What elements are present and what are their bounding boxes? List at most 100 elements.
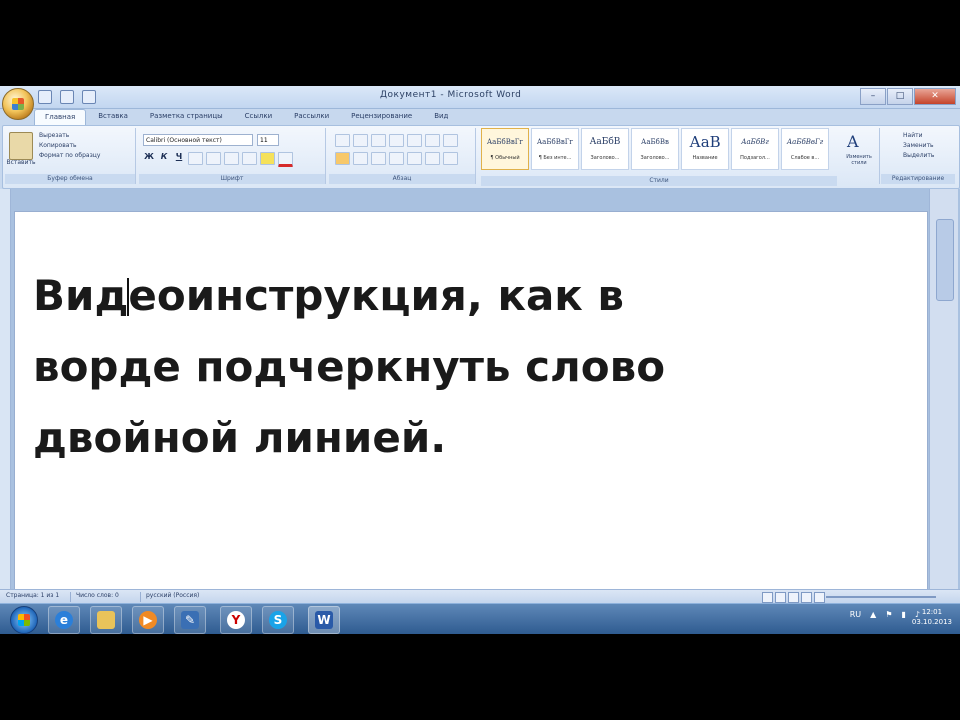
shading-button[interactable]	[425, 152, 440, 165]
outline-button[interactable]	[801, 592, 812, 603]
italic-button[interactable]: К	[158, 152, 170, 167]
maximize-button[interactable]: □	[887, 88, 913, 105]
status-bar: Страница: 1 из 1 Число слов: 0 русский (…	[0, 589, 960, 604]
font-name-select[interactable]: Calibri (Основной текст)	[143, 134, 253, 146]
taskbar-skype[interactable]: S	[262, 606, 294, 634]
show-marks-button[interactable]	[443, 134, 458, 147]
align-right-button[interactable]	[371, 152, 386, 165]
minimize-button[interactable]: –	[860, 88, 886, 105]
tab-insert[interactable]: Вставка	[88, 109, 138, 125]
document-page[interactable]: Видеоинструкция, как в ворде подчеркнуть …	[14, 211, 928, 591]
borders-button[interactable]	[443, 152, 458, 165]
tab-mailings[interactable]: Рассылки	[284, 109, 339, 125]
align-left-button[interactable]	[335, 152, 350, 165]
format-painter-button[interactable]: Формат по образцу	[39, 152, 100, 159]
paste-icon[interactable]	[9, 132, 33, 160]
system-clock[interactable]: 12:01 03.10.2013	[912, 607, 952, 627]
title-bar: Документ1 - Microsoft Word – □ ✕	[0, 86, 960, 109]
taskbar: e ▶ ✎ Y S W RU ▲ ⚑ ▮ ♪ 12:01 03.10.2013	[0, 603, 960, 634]
show-hidden-icons-icon[interactable]: ▲	[870, 610, 876, 619]
tab-review[interactable]: Рецензирование	[341, 109, 422, 125]
paint-icon: ✎	[181, 611, 199, 629]
style-subtitle[interactable]: АаБбВг Подзагол...	[731, 128, 779, 170]
scrollbar-thumb[interactable]	[936, 219, 954, 301]
clipboard-group-label: Буфер обмена	[5, 174, 135, 184]
tab-home[interactable]: Главная	[34, 109, 87, 125]
save-icon[interactable]	[38, 90, 52, 104]
page-counter[interactable]: Страница: 1 из 1	[6, 592, 59, 599]
zoom-slider[interactable]	[826, 596, 936, 598]
redo-icon[interactable]	[82, 90, 96, 104]
taskbar-yandex[interactable]: Y	[220, 606, 252, 634]
yandex-browser-icon: Y	[227, 611, 245, 629]
style-sample: АаВ	[689, 133, 721, 151]
find-button[interactable]: Найти	[903, 132, 922, 139]
flag-icon[interactable]: ⚑	[885, 610, 892, 619]
font-group-label: Шрифт	[139, 174, 325, 184]
multilevel-list-button[interactable]	[371, 134, 386, 147]
cut-button[interactable]: Вырезать	[39, 132, 69, 139]
style-subtle-emphasis[interactable]: АаБбВвГг Слабое в...	[781, 128, 829, 170]
underline-button[interactable]: Ч	[173, 152, 185, 167]
decrease-indent-button[interactable]	[389, 134, 404, 147]
taskbar-explorer[interactable]	[90, 606, 122, 634]
change-styles-button[interactable]: Изменить стили	[839, 154, 879, 166]
web-layout-button[interactable]	[788, 592, 799, 603]
select-button[interactable]: Выделить	[903, 152, 934, 159]
style-heading-1[interactable]: АаБбВ Заголово...	[581, 128, 629, 170]
full-screen-reading-button[interactable]	[775, 592, 786, 603]
change-styles-icon[interactable]: A	[847, 132, 859, 151]
style-no-spacing[interactable]: АаБбВвГг ¶ Без инте...	[531, 128, 579, 170]
style-sample: АаБбВг	[741, 138, 769, 146]
highlight-color-button[interactable]	[260, 152, 275, 165]
line-spacing-button[interactable]	[407, 152, 422, 165]
skype-icon: S	[269, 611, 287, 629]
bullets-button[interactable]	[335, 134, 350, 147]
status-divider	[140, 592, 141, 602]
align-center-button[interactable]	[353, 152, 368, 165]
taskbar-word[interactable]: W	[308, 606, 340, 634]
start-button[interactable]	[10, 606, 38, 634]
taskbar-media[interactable]: ▶	[132, 606, 164, 634]
numbering-button[interactable]	[353, 134, 368, 147]
paragraph-group-label: Абзац	[329, 174, 475, 184]
copy-button[interactable]: Копировать	[39, 142, 76, 149]
replace-button[interactable]: Заменить	[903, 142, 934, 149]
justify-button[interactable]	[389, 152, 404, 165]
superscript-button[interactable]	[224, 152, 239, 165]
network-icon[interactable]: ▮	[901, 610, 905, 619]
print-layout-button[interactable]	[762, 592, 773, 603]
office-button[interactable]	[2, 88, 34, 120]
language-switcher[interactable]: RU	[850, 610, 861, 619]
subscript-button[interactable]	[206, 152, 221, 165]
tab-view[interactable]: Вид	[424, 109, 458, 125]
sort-button[interactable]	[425, 134, 440, 147]
taskbar-ie[interactable]: e	[48, 606, 80, 634]
paste-button[interactable]: Вставить	[5, 159, 37, 166]
draft-button[interactable]	[814, 592, 825, 603]
taskbar-paint[interactable]: ✎	[174, 606, 206, 634]
tab-references[interactable]: Ссылки	[235, 109, 283, 125]
word-count[interactable]: Число слов: 0	[76, 592, 119, 599]
bold-button[interactable]: Ж	[143, 152, 155, 167]
tab-page-layout[interactable]: Разметка страницы	[140, 109, 233, 125]
font-size-select[interactable]: 11	[257, 134, 279, 146]
style-title[interactable]: АаВ Название	[681, 128, 729, 170]
change-case-button[interactable]	[242, 152, 257, 165]
style-heading-2[interactable]: АаБбВв Заголово...	[631, 128, 679, 170]
close-button[interactable]: ✕	[914, 88, 956, 105]
folder-icon	[97, 611, 115, 629]
font-color-button[interactable]	[278, 152, 293, 167]
undo-icon[interactable]	[60, 90, 74, 104]
internet-explorer-icon: e	[55, 611, 73, 629]
document-line-1-end: еоинструкция, как в	[128, 271, 625, 320]
style-normal[interactable]: АаБбВвГг ¶ Обычный	[481, 128, 529, 170]
document-body-text[interactable]: Видеоинструкция, как в ворде подчеркнуть …	[33, 260, 893, 473]
vertical-scrollbar[interactable]	[929, 189, 958, 589]
desktop-screen: Документ1 - Microsoft Word – □ ✕ Главная…	[0, 86, 960, 634]
increase-indent-button[interactable]	[407, 134, 422, 147]
style-sample: АаБбВв	[641, 138, 669, 146]
word-icon: W	[315, 611, 333, 629]
strikethrough-button[interactable]	[188, 152, 203, 165]
language-indicator[interactable]: русский (Россия)	[146, 592, 199, 599]
